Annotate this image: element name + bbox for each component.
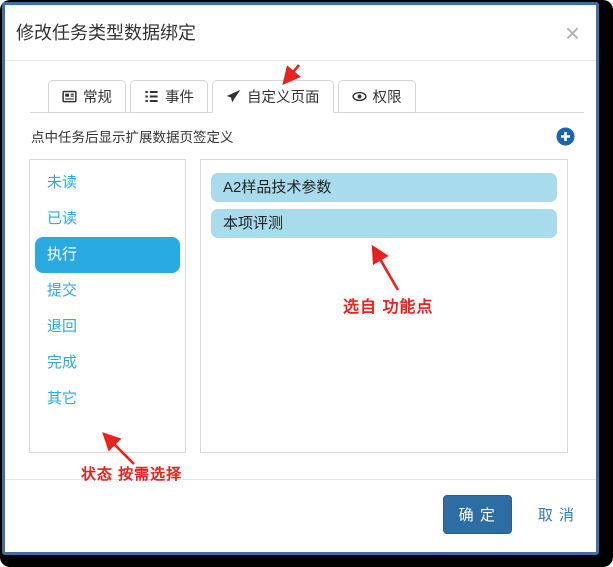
tab-bar: 常规 事件 自定义页面 权限	[30, 80, 584, 113]
dialog-footer: 确 定 取 消	[5, 479, 596, 552]
tab-label: 常规	[83, 86, 112, 107]
paper-plane-icon	[226, 89, 241, 104]
status-item-unread[interactable]: 未读	[30, 165, 185, 201]
status-item-read[interactable]: 已读	[30, 201, 185, 237]
tab-events[interactable]: 事件	[130, 80, 208, 113]
section-header-row: 点中任务后显示扩展数据页签定义	[31, 126, 575, 146]
screenshot-frame: 修改任务类型数据绑定 × 常规 事件 自定义页面	[0, 0, 613, 567]
list-icon	[144, 89, 159, 104]
task-type-binding-dialog: 修改任务类型数据绑定 × 常规 事件 自定义页面	[2, 2, 599, 555]
tab-label: 事件	[165, 86, 194, 107]
dialog-title: 修改任务类型数据绑定	[16, 19, 196, 47]
tab-label: 权限	[373, 86, 402, 107]
dialog-header: 修改任务类型数据绑定 ×	[5, 5, 596, 61]
binding-item[interactable]: 本项评测	[211, 209, 557, 238]
tab-custom-page[interactable]: 自定义页面	[212, 80, 334, 113]
cancel-button[interactable]: 取 消	[538, 504, 575, 525]
status-item-complete[interactable]: 完成	[30, 345, 185, 381]
tab-general[interactable]: 常规	[48, 80, 126, 113]
status-item-other[interactable]: 其它	[30, 381, 185, 417]
binding-item[interactable]: A2样品技术参数	[211, 173, 557, 202]
section-label: 点中任务后显示扩展数据页签定义	[31, 126, 234, 146]
status-item-return[interactable]: 退回	[30, 309, 185, 345]
content-panels: 未读 已读 执行 提交 退回 完成 其它 A2样品技术参数 本项评测	[29, 159, 568, 453]
ok-button[interactable]: 确 定	[443, 495, 512, 534]
add-button[interactable]	[556, 127, 575, 146]
bindings-panel: A2样品技术参数 本项评测	[200, 159, 568, 453]
status-item-submit[interactable]: 提交	[30, 273, 185, 309]
tab-label: 自定义页面	[247, 86, 320, 107]
eye-icon	[352, 89, 367, 104]
newspaper-icon	[62, 89, 77, 104]
plus-circle-icon	[556, 127, 575, 146]
status-list-panel: 未读 已读 执行 提交 退回 完成 其它	[29, 159, 186, 453]
tab-permissions[interactable]: 权限	[338, 80, 416, 113]
close-icon[interactable]: ×	[565, 22, 580, 44]
status-item-execute-selected[interactable]: 执行	[35, 237, 180, 273]
